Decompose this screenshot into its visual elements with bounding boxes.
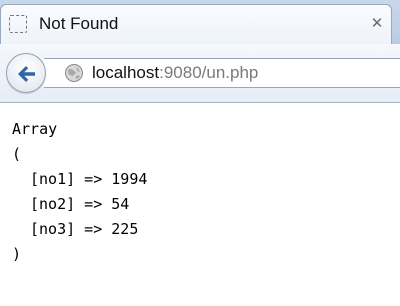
back-arrow-icon bbox=[18, 66, 35, 82]
output-line: ) bbox=[12, 245, 22, 263]
tab-not-found[interactable]: Not Found ✕ bbox=[0, 4, 392, 46]
url-text: localhost:9080/un.php bbox=[92, 63, 258, 83]
close-icon[interactable]: ✕ bbox=[367, 13, 387, 33]
url-path: :9080/un.php bbox=[159, 63, 259, 82]
output-line: [no1] => 1994 bbox=[30, 170, 148, 188]
output-line: ( bbox=[12, 145, 22, 163]
address-bar[interactable]: localhost:9080/un.php bbox=[44, 58, 400, 88]
back-button[interactable] bbox=[6, 53, 46, 93]
navigation-toolbar: localhost:9080/un.php bbox=[0, 44, 400, 103]
blank-page-icon bbox=[9, 15, 27, 33]
tab-title: Not Found bbox=[39, 14, 119, 33]
output-line: Array bbox=[12, 120, 58, 138]
globe-icon bbox=[65, 64, 83, 82]
output-line: [no3] => 225 bbox=[30, 220, 139, 238]
url-host: localhost bbox=[92, 63, 160, 82]
page-content: Array ( [no1] => 1994 [no2] => 54 [no3] … bbox=[0, 103, 400, 306]
browser-window: Not Found ✕ localhost:9080/un.php Array … bbox=[0, 0, 400, 306]
output-line: [no2] => 54 bbox=[30, 195, 130, 213]
tab-strip: Not Found ✕ bbox=[0, 0, 400, 46]
